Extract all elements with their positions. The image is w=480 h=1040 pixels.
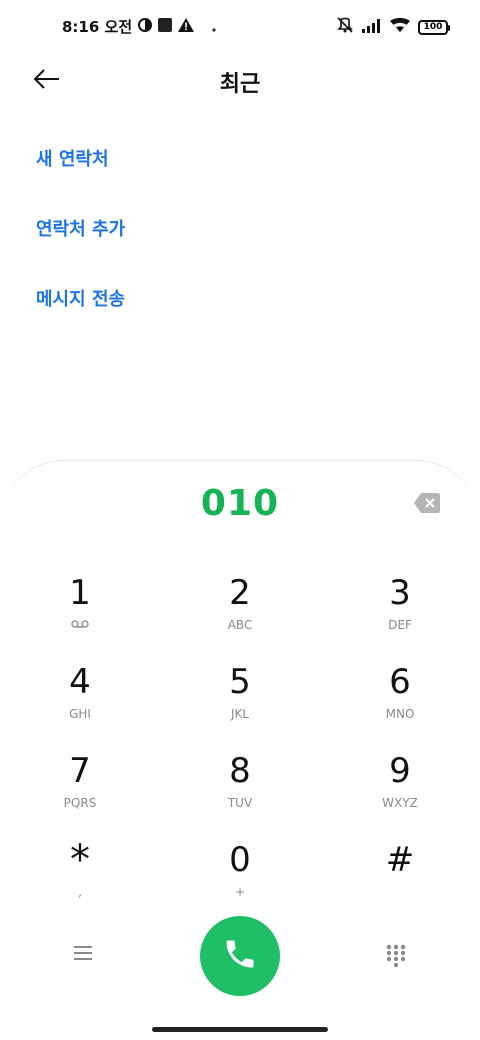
key-digit: * [70,837,90,883]
key-0[interactable]: 0 + [180,838,300,918]
signal-icon [362,18,382,37]
key-letters: GHI [69,707,91,721]
dialer-bottom-bar [0,916,480,996]
key-digit: # [385,840,415,880]
key-star[interactable]: * , [20,838,140,918]
dialpad-icon [386,944,406,974]
status-left: 8:16 오전 [62,16,216,37]
key-letters: WXYZ [382,796,418,810]
dot-icon [212,17,216,36]
key-digit: 2 [229,573,251,613]
key-letters: , [78,885,82,899]
dialed-number: 010 [200,483,280,524]
hamburger-icon [72,946,94,966]
voicemail-icon [20,617,140,633]
key-letters: + [234,885,246,899]
battery-icon: 100 [418,19,450,35]
add-to-contact-link[interactable]: 연락처 추가 [36,210,125,280]
header: 최근 [0,56,480,106]
key-3[interactable]: 3 DEF [340,571,460,651]
warning-icon [178,17,195,36]
battery-level: 100 [423,22,443,32]
square-notification-icon [158,17,173,36]
key-2[interactable]: 2 ABC [180,571,300,651]
key-letters: JKL [230,707,250,721]
key-letters: DEF [388,618,412,632]
key-5[interactable]: 5 JKL [180,660,300,740]
call-button[interactable] [200,916,280,996]
status-time: 8:16 오전 [62,18,133,36]
key-6[interactable]: 6 MNO [340,660,460,740]
key-letters: ABC [227,618,253,632]
action-list: 새 연락처 연락처 추가 메시지 전송 [36,140,125,350]
wifi-icon [390,17,410,37]
key-7[interactable]: 7 PQRS [20,749,140,829]
key-digit: 3 [389,573,411,613]
key-digit: 7 [69,751,91,791]
backspace-icon [414,493,440,517]
keypad-toggle-button[interactable] [386,944,406,970]
backspace-button[interactable] [414,493,440,513]
page-title: 최근 [219,72,261,97]
key-4[interactable]: 4 GHI [20,660,140,740]
key-1[interactable]: 1 [20,571,140,651]
key-digit: 1 [69,573,91,613]
status-right: 100 [336,16,450,38]
status-bar: 8:16 오전 100 [0,0,480,56]
key-letters: PQRS [63,796,97,810]
key-digit: 9 [389,751,411,791]
key-8[interactable]: 8 TUV [180,749,300,829]
menu-button[interactable] [72,944,96,968]
key-digit: 0 [229,840,251,880]
key-letters: TUV [227,796,253,810]
key-hash[interactable]: # [340,838,460,918]
key-letters: MNO [385,707,415,721]
key-digit: 5 [229,662,251,702]
send-message-link[interactable]: 메시지 전송 [36,280,125,350]
dialer-panel: 010 1 2 ABC 3 DEF 4 GHI 5 JKL 6 MNO 7 PQ… [0,460,480,1040]
home-indicator[interactable] [152,1027,328,1032]
key-9[interactable]: 9 WXYZ [340,749,460,829]
key-digit: 8 [229,751,251,791]
vibrate-off-icon [336,16,354,38]
new-contact-link[interactable]: 새 연락처 [36,140,125,210]
key-digit: 6 [389,662,411,702]
phone-icon [222,936,258,976]
data-saver-icon [138,17,153,36]
key-digit: 4 [69,662,91,702]
